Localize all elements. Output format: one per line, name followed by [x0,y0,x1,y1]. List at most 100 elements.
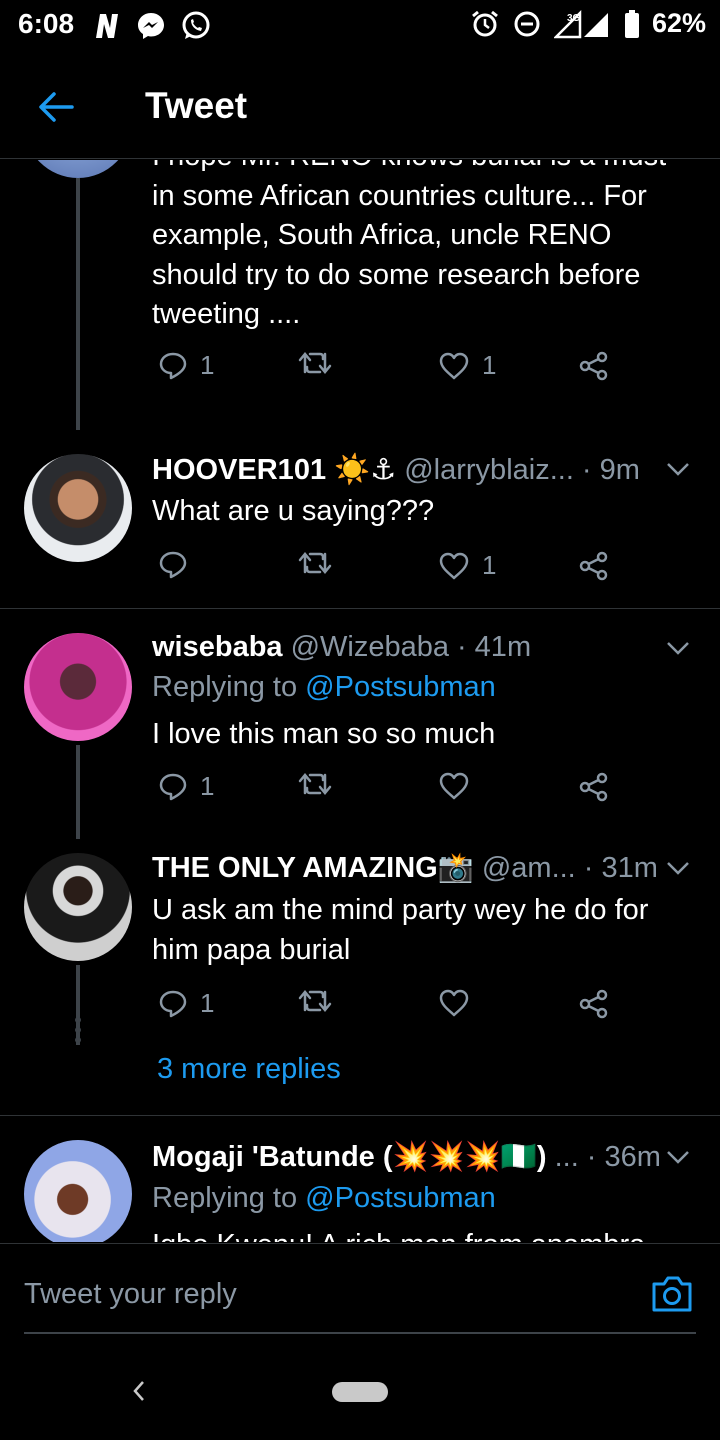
nav-back-icon[interactable] [130,1379,148,1403]
tweet-header: wisebaba @Wizebaba · 41m [152,631,531,664]
avatar[interactable] [24,633,132,741]
tweet[interactable]: I hope Mr. RENO knows burial is a must i… [0,160,720,440]
replying-to-link[interactable]: @Postsubman [305,671,496,703]
share-icon [579,989,608,1019]
reply-action[interactable]: 1 [158,988,214,1019]
replying-prefix: Replying to [152,671,298,703]
reply-input[interactable]: Tweet your reply [24,1278,237,1311]
replying-to: Replying to @Postsubman [152,1182,496,1215]
like-action[interactable]: 1 [438,550,496,581]
retweet-icon [298,552,332,574]
retweet-icon [298,773,332,795]
tweet-text: I love this man so so much [152,718,496,750]
avatar[interactable] [24,454,132,562]
page-title: Tweet [145,85,248,126]
like-action[interactable] [438,771,482,801]
thread-dots [75,1017,81,1043]
share-action[interactable] [578,350,610,382]
share-action[interactable] [578,550,610,582]
timestamp: · 9m [581,454,640,486]
heart-icon [439,772,469,800]
reply-icon [159,990,187,1017]
display-name[interactable]: Mogaji 'Batunde (💥💥💥🇳🇬) [152,1140,547,1174]
signal-icon: 3G [553,9,608,38]
display-name[interactable]: HOOVER101 ☀️⚓ [152,452,396,487]
display-name[interactable]: wisebaba [152,631,283,664]
avatar[interactable] [24,160,132,178]
alarm-icon [472,10,498,36]
svg-text:3G: 3G [567,13,581,24]
battery-icon [624,9,639,38]
retweet-action[interactable] [298,771,344,797]
dnd-icon [514,11,540,36]
heart-icon [439,989,469,1017]
heart-icon [439,552,469,579]
chevron-down-icon[interactable] [666,861,690,875]
reply-action[interactable]: 1 [158,771,214,802]
tweet-text: U ask am the mind party wey he do for hi… [152,894,649,966]
app-header: Tweet [0,60,720,159]
reply-action[interactable]: 1 [158,350,214,381]
handle[interactable]: @larryblaiz... [404,454,574,487]
like-action[interactable] [438,988,482,1018]
avatar[interactable] [24,1140,132,1242]
replies-feed[interactable]: I hope Mr. RENO knows burial is a must i… [0,160,720,1242]
tweet-actions: 1 [152,771,632,811]
share-action[interactable] [578,988,610,1020]
retweet-action[interactable] [298,988,344,1014]
system-icons: 3G 62% [470,8,706,39]
chevron-down-icon[interactable] [666,1150,690,1164]
timestamp: · 36m [586,1141,661,1173]
tweet-text: I hope Mr. RENO knows burial is a must i… [152,160,666,330]
reply-count: 1 [200,771,215,801]
heart-icon [439,352,469,379]
retweet-action[interactable] [298,350,344,376]
handle[interactable]: @Wizebaba [291,631,449,664]
retweet-icon [298,352,332,374]
replying-to-link[interactable]: @Postsubman [305,1182,496,1214]
tweet[interactable]: Mogaji 'Batunde (💥💥💥🇳🇬) ... · 36m Replyi… [0,1116,720,1242]
camera-icon[interactable] [650,1274,694,1314]
tweet[interactable]: HOOVER101 ☀️⚓ @larryblaiz... · 9m What a… [0,440,720,608]
like-count: 1 [482,350,497,380]
tweet[interactable]: THE ONLY AMAZING📸 @am... · 31m U ask am … [0,839,720,1115]
battery-percent: 62% [651,8,706,38]
reply-action[interactable] [158,550,200,580]
netflix-icon [96,14,118,38]
reply-count: 1 [200,350,215,380]
system-nav-bar [0,1343,720,1440]
timestamp: · 41m [456,631,532,663]
tweet-actions: 1 [152,988,632,1028]
reply-icon [159,773,187,800]
handle[interactable]: @am... [482,852,576,885]
arrow-left-icon[interactable] [36,87,76,127]
status-bar: 6:08 3G 62% [0,0,720,50]
tweet-header: THE ONLY AMAZING📸 @am... · 31m [152,851,658,885]
handle[interactable]: ... [555,1141,579,1174]
reply-composer: Tweet your reply [0,1243,720,1344]
notification-icons [92,10,212,42]
tweet[interactable]: wisebaba @Wizebaba · 41m Replying to @Po… [0,609,720,839]
timestamp: · 31m [583,852,658,884]
reply-underline [24,1332,696,1334]
share-icon [579,772,608,802]
share-icon [579,351,608,381]
replying-prefix: Replying to [152,1182,298,1214]
more-replies-link[interactable]: 3 more replies [157,1053,341,1086]
like-action[interactable]: 1 [438,350,496,381]
display-name[interactable]: THE ONLY AMAZING📸 [152,851,474,885]
retweet-action[interactable] [298,550,344,576]
share-action[interactable] [578,771,610,803]
like-count: 1 [482,550,497,580]
thread-line [76,745,80,839]
tweet-actions: 1 1 [152,350,632,390]
replying-to: Replying to @Postsubman [152,671,496,704]
messenger-icon [138,13,164,39]
chevron-down-icon[interactable] [666,641,690,655]
avatar[interactable] [24,853,132,961]
nav-home-pill[interactable] [332,1382,388,1402]
tweet-actions: 1 [152,550,632,590]
chevron-down-icon[interactable] [666,462,690,476]
tweet-text: What are u saying??? [152,495,435,527]
share-icon [579,551,608,581]
